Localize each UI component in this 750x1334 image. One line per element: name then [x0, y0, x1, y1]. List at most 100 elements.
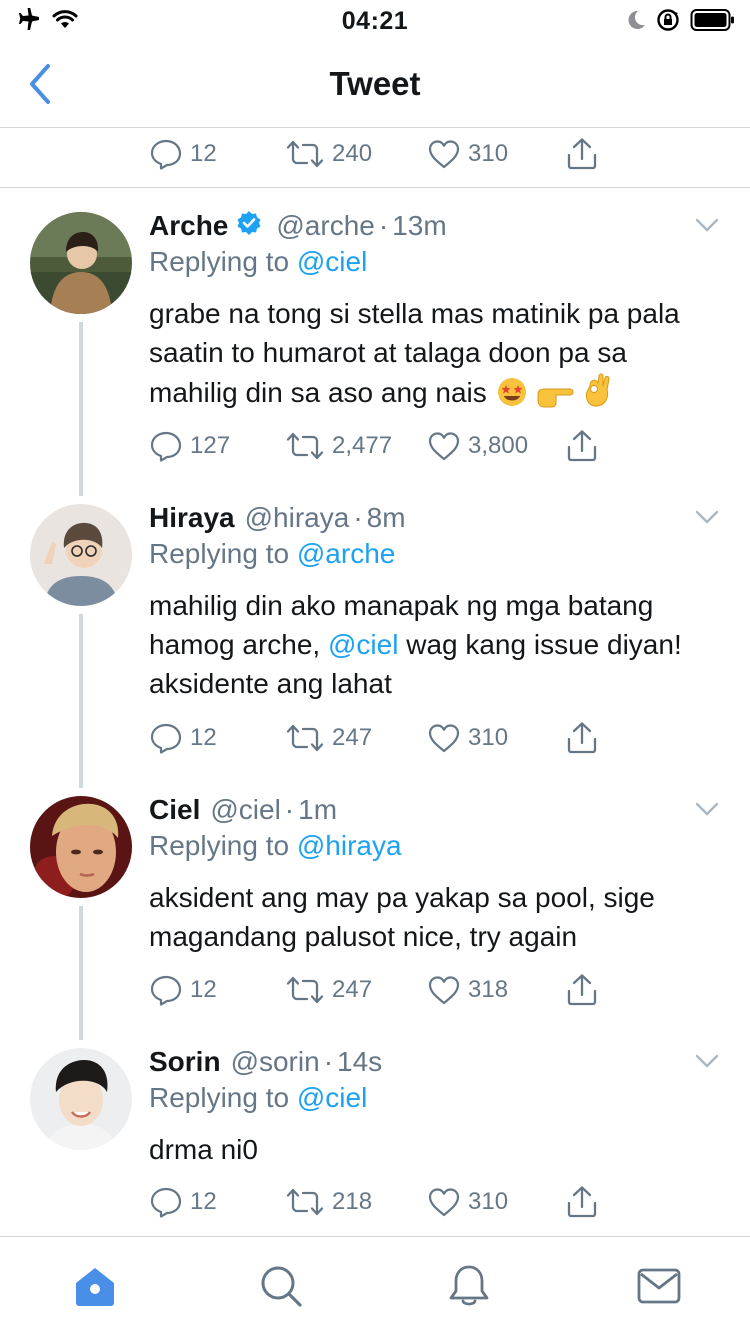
share-icon [567, 722, 597, 754]
retweet-button[interactable]: 218 [286, 1182, 372, 1222]
avatar[interactable] [30, 504, 132, 606]
reply-count: 12 [190, 976, 217, 1003]
share-button[interactable] [566, 718, 598, 758]
tweet-menu-button[interactable] [694, 504, 720, 530]
reply-count: 127 [190, 432, 231, 459]
retweet-count: 247 [332, 976, 373, 1003]
tweet-menu-button[interactable] [694, 1048, 720, 1074]
action-bar: 12 247 318 [150, 970, 610, 1010]
share-button[interactable] [566, 426, 598, 466]
retweet-button[interactable]: 2,477 [286, 426, 392, 466]
tweet-sorin[interactable]: Sorin @sorin · 14s Replying to @ciel drm… [0, 1042, 750, 1234]
tweet-arche[interactable]: Arche @arche · 13m Replying to @ciel gra… [0, 206, 750, 496]
avatar[interactable] [30, 1048, 132, 1150]
status-bar: 04:21 [0, 0, 750, 40]
retweet-button[interactable]: 240 [286, 134, 372, 174]
tweet-text: aksident ang may pa yakap sa pool, sige … [149, 882, 655, 952]
heart-icon [428, 976, 460, 1005]
tab-home[interactable] [72, 1263, 118, 1309]
chevron-down-icon [695, 510, 719, 524]
status-right [626, 8, 736, 37]
like-count: 3,800 [468, 432, 529, 459]
battery-icon [690, 8, 736, 37]
replying-mention-link[interactable]: @hiraya [297, 830, 402, 861]
nav-header: Tweet [0, 40, 750, 128]
timestamp: 14s [337, 1046, 383, 1077]
handle: @sorin [230, 1046, 320, 1077]
timestamp: 13m [392, 210, 447, 241]
like-count: 310 [468, 140, 509, 167]
replying-mention-link[interactable]: @ciel [297, 246, 367, 277]
retweet-icon [286, 976, 324, 1004]
display-name[interactable]: Hiraya [149, 502, 235, 534]
retweet-button[interactable]: 247 [286, 718, 372, 758]
avatar[interactable] [30, 796, 132, 898]
mention-link[interactable]: @ciel [328, 629, 398, 660]
reply-icon [150, 431, 182, 462]
retweet-icon [286, 1188, 324, 1216]
page-title: Tweet [329, 65, 421, 102]
replying-to: Replying to @ciel [149, 1082, 367, 1114]
moon-icon [626, 9, 646, 36]
display-name[interactable]: Sorin [149, 1046, 221, 1078]
like-button[interactable]: 318 [428, 970, 508, 1010]
reply-icon [150, 139, 182, 170]
reply-button[interactable]: 127 [150, 426, 230, 466]
handle: @arche [276, 210, 375, 241]
parent-tweet-actions: 12 240 310 [0, 128, 750, 188]
tweet-menu-button[interactable] [694, 796, 720, 822]
chevron-down-icon [695, 218, 719, 232]
share-button[interactable] [566, 134, 598, 174]
reply-button[interactable]: 12 [150, 134, 217, 174]
tweet-hiraya[interactable]: Hiraya @hiraya · 8m Replying to @arche m… [0, 498, 750, 788]
reply-count: 12 [190, 140, 217, 167]
reply-button[interactable]: 12 [150, 718, 217, 758]
replying-prefix: Replying to [149, 830, 290, 861]
pointing-right-emoji [536, 379, 574, 418]
heart-icon [428, 1188, 460, 1217]
reply-icon [150, 975, 182, 1006]
display-name[interactable]: Arche [149, 210, 228, 242]
reply-button[interactable]: 12 [150, 970, 217, 1010]
share-icon [567, 1186, 597, 1218]
like-button[interactable]: 310 [428, 134, 508, 174]
replying-mention-link[interactable]: @ciel [297, 1082, 367, 1113]
tweet-menu-button[interactable] [694, 212, 720, 238]
tab-search[interactable] [258, 1263, 304, 1309]
display-name[interactable]: Ciel [149, 794, 200, 826]
action-bar: 12 240 310 [150, 134, 610, 174]
tab-notifications[interactable] [446, 1263, 492, 1309]
retweet-count: 240 [332, 140, 373, 167]
avatar[interactable] [30, 212, 132, 314]
replying-prefix: Replying to [149, 538, 290, 569]
tweet-header: Arche @arche · 13m [149, 206, 447, 246]
replying-mention-link[interactable]: @arche [297, 538, 395, 569]
share-button[interactable] [566, 970, 598, 1010]
heart-icon [428, 140, 460, 169]
replying-prefix: Replying to [149, 1082, 290, 1113]
tweet-ciel[interactable]: Ciel @ciel · 1m Replying to @hiraya aksi… [0, 790, 750, 1040]
like-button[interactable]: 3,800 [428, 426, 528, 466]
retweet-icon [286, 724, 324, 752]
reply-button[interactable]: 12 [150, 1182, 217, 1222]
action-bar: 12 247 310 [150, 718, 610, 758]
chevron-down-icon [695, 1054, 719, 1068]
search-icon [261, 1266, 302, 1307]
tweet-header: Hiraya @hiraya · 8m [149, 498, 406, 538]
separator-dot: · [353, 502, 363, 533]
tweet-header: Ciel @ciel · 1m [149, 790, 337, 830]
verified-badge-icon [236, 210, 262, 243]
share-button[interactable] [566, 1182, 598, 1222]
like-button[interactable]: 310 [428, 1182, 508, 1222]
retweet-button[interactable]: 247 [286, 970, 372, 1010]
like-button[interactable]: 310 [428, 718, 508, 758]
reply-icon [150, 1187, 182, 1218]
tweet-text: mahilig din ako manapak ng mga batang ha… [149, 586, 719, 703]
ok-hand-emoji [582, 372, 614, 418]
retweet-icon [286, 432, 324, 460]
heart-icon [428, 432, 460, 461]
retweet-count: 247 [332, 724, 373, 751]
tab-messages[interactable] [636, 1263, 682, 1309]
reply-icon [150, 723, 182, 754]
share-icon [567, 138, 597, 170]
